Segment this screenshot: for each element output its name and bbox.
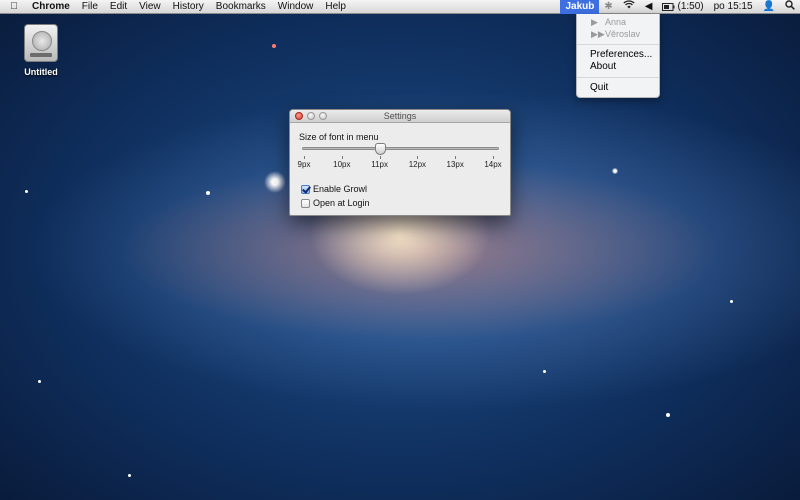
open-at-login-checkbox[interactable] [301,198,310,208]
font-size-label: Size of font in menu [299,132,379,142]
wifi-icon[interactable] [618,0,640,14]
disk-label: Untitled [24,67,58,77]
zoom-window-button[interactable] [319,112,327,120]
settings-content: Size of font in menu 9px 10px 11px 12px 13px… [290,123,510,215]
slider-tick-label: 10px [333,160,351,169]
menu-help[interactable]: Help [319,0,352,14]
menu-app-name[interactable]: Chrome [28,0,76,14]
menu-file[interactable]: File [76,0,104,14]
star [666,413,670,417]
star [128,474,131,477]
open-at-login-row[interactable]: Open at Login [301,198,370,208]
menu-edit[interactable]: Edit [104,0,133,14]
dropdown-item-veroslav: ▶▶ Věroslav [577,28,659,40]
user-dropdown-menu: ▶ Anna ▶▶ Věroslav Preferences... About … [576,14,660,98]
clock[interactable]: po 15:15 [709,0,758,14]
hard-drive-icon [24,24,58,62]
dropdown-item-label: Anna [605,17,627,27]
slider-tick [379,156,381,159]
menu-view[interactable]: View [133,0,167,14]
slider-tick-label: 9px [297,160,311,169]
font-size-slider-thumb[interactable] [374,143,386,155]
status-user-menu[interactable]: Jakub [560,0,600,14]
dropdown-separator [577,44,659,45]
slider-tick-label: 11px [371,160,388,169]
star [38,380,41,383]
slider-tick-label: 14px [484,160,502,169]
slider-tick [455,156,457,159]
star [272,44,276,48]
battery-status[interactable]: (1:50) [657,0,708,14]
open-at-login-label: Open at Login [313,198,370,208]
dropdown-item-label: Věroslav [605,29,641,39]
minimize-window-button[interactable] [307,112,315,120]
menu-bar:  Chrome File Edit View History Bookmark… [0,0,800,14]
font-size-slider-track[interactable] [302,147,499,150]
window-titlebar[interactable]: Settings [290,110,510,123]
play-icon: ▶ [591,17,598,27]
dropdown-separator [577,77,659,78]
menu-history[interactable]: History [167,0,210,14]
enable-growl-row[interactable]: Enable Growl [301,184,367,194]
dropdown-item-preferences[interactable]: Preferences... [577,49,659,61]
slider-tick [417,156,419,159]
bluetooth-icon[interactable]: ✱ [599,0,617,14]
dropdown-item-quit[interactable]: Quit [577,82,659,94]
slider-tick [493,156,494,159]
dropdown-item-anna: ▶ Anna [577,16,659,28]
battery-icon [662,3,675,11]
enable-growl-label: Enable Growl [313,184,368,194]
menu-bookmarks[interactable]: Bookmarks [210,0,272,14]
slider-tick [304,156,305,159]
close-window-button[interactable] [295,112,303,120]
settings-window: Settings Size of font in menu 9px 10px 11p… [289,109,511,216]
star [543,370,546,373]
spotlight-search-icon[interactable] [780,0,800,15]
apple-menu-icon[interactable]:  [0,1,28,12]
enable-growl-checkbox[interactable] [301,184,310,194]
star [264,171,286,193]
slider-tick-label: 12px [408,160,427,169]
slider-tick-label: 13px [446,160,464,169]
star [206,191,210,195]
user-icon[interactable]: 👤 [758,0,780,14]
star [25,190,28,193]
fast-forward-icon: ▶▶ [591,29,605,39]
menu-window[interactable]: Window [272,0,320,14]
volume-icon[interactable]: ◀ [640,0,658,14]
desktop-disk-icon[interactable]: Untitled [16,24,66,77]
dropdown-item-about[interactable]: About [577,61,659,73]
slider-tick [341,156,343,159]
star [730,300,733,303]
star [612,168,618,174]
battery-time: (1:50) [677,1,704,12]
